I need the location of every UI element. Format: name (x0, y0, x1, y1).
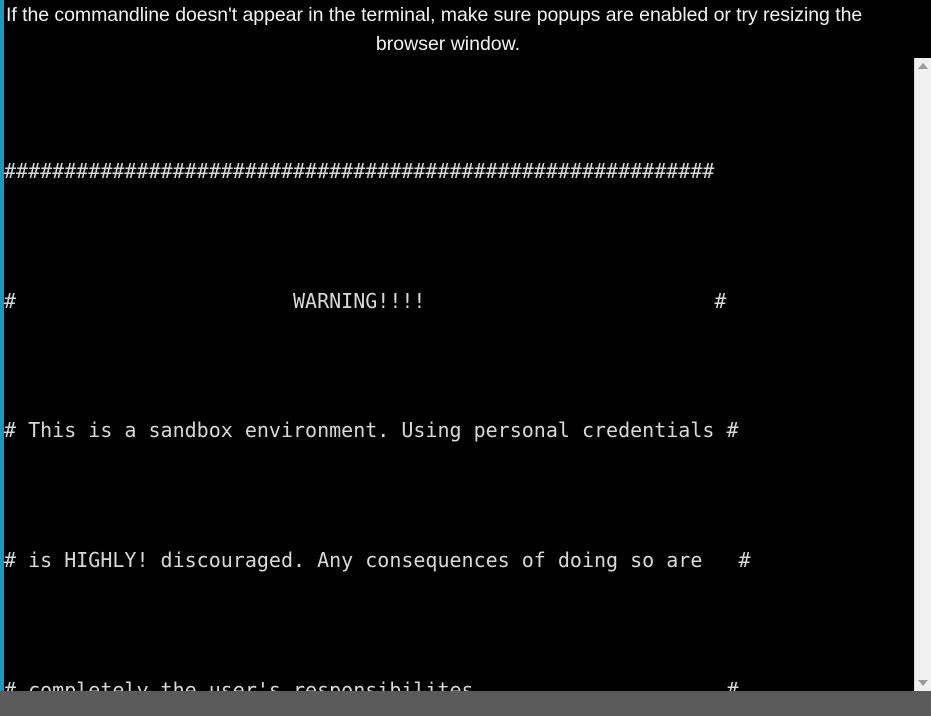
banner-line-2-text: # is HIGHLY! discouraged. Any consequenc… (4, 548, 751, 573)
banner-line-1: # This is a sandbox environment. Using p… (4, 414, 914, 446)
notice-line-2: browser window. (375, 33, 521, 55)
banner-rule-top: ########################################… (4, 155, 914, 187)
banner-line-3-text: # completely the user's responsibilites.… (4, 677, 739, 691)
banner-rule-top-text: ########################################… (4, 159, 715, 184)
terminal-output-area[interactable]: ########################################… (0, 58, 931, 691)
left-accent-border (0, 0, 4, 691)
banner-warning-text: # WARNING!!!! # (4, 288, 727, 313)
bottom-status-bar (0, 691, 931, 716)
terminal-screen: If the commandline doesn't appear in the… (0, 0, 931, 716)
notice-line-1: If the commandline doesn't appear in the… (6, 4, 863, 26)
banner-line-warning: # WARNING!!!! # (4, 285, 914, 317)
triangle-up-icon (918, 63, 928, 69)
scrollbar-up-button[interactable] (915, 58, 931, 74)
banner-line-1-text: # This is a sandbox environment. Using p… (4, 418, 739, 443)
scrollbar-down-button[interactable] (915, 675, 931, 691)
banner-line-2: # is HIGHLY! discouraged. Any consequenc… (4, 544, 914, 576)
popup-notice-message: If the commandline doesn't appear in the… (0, 0, 931, 58)
terminal-text: ########################################… (4, 58, 914, 691)
triangle-down-icon (918, 680, 928, 686)
scrollbar-track[interactable] (915, 74, 931, 675)
banner-line-3: # completely the user's responsibilites.… (4, 674, 914, 691)
vertical-scrollbar[interactable] (914, 58, 931, 691)
